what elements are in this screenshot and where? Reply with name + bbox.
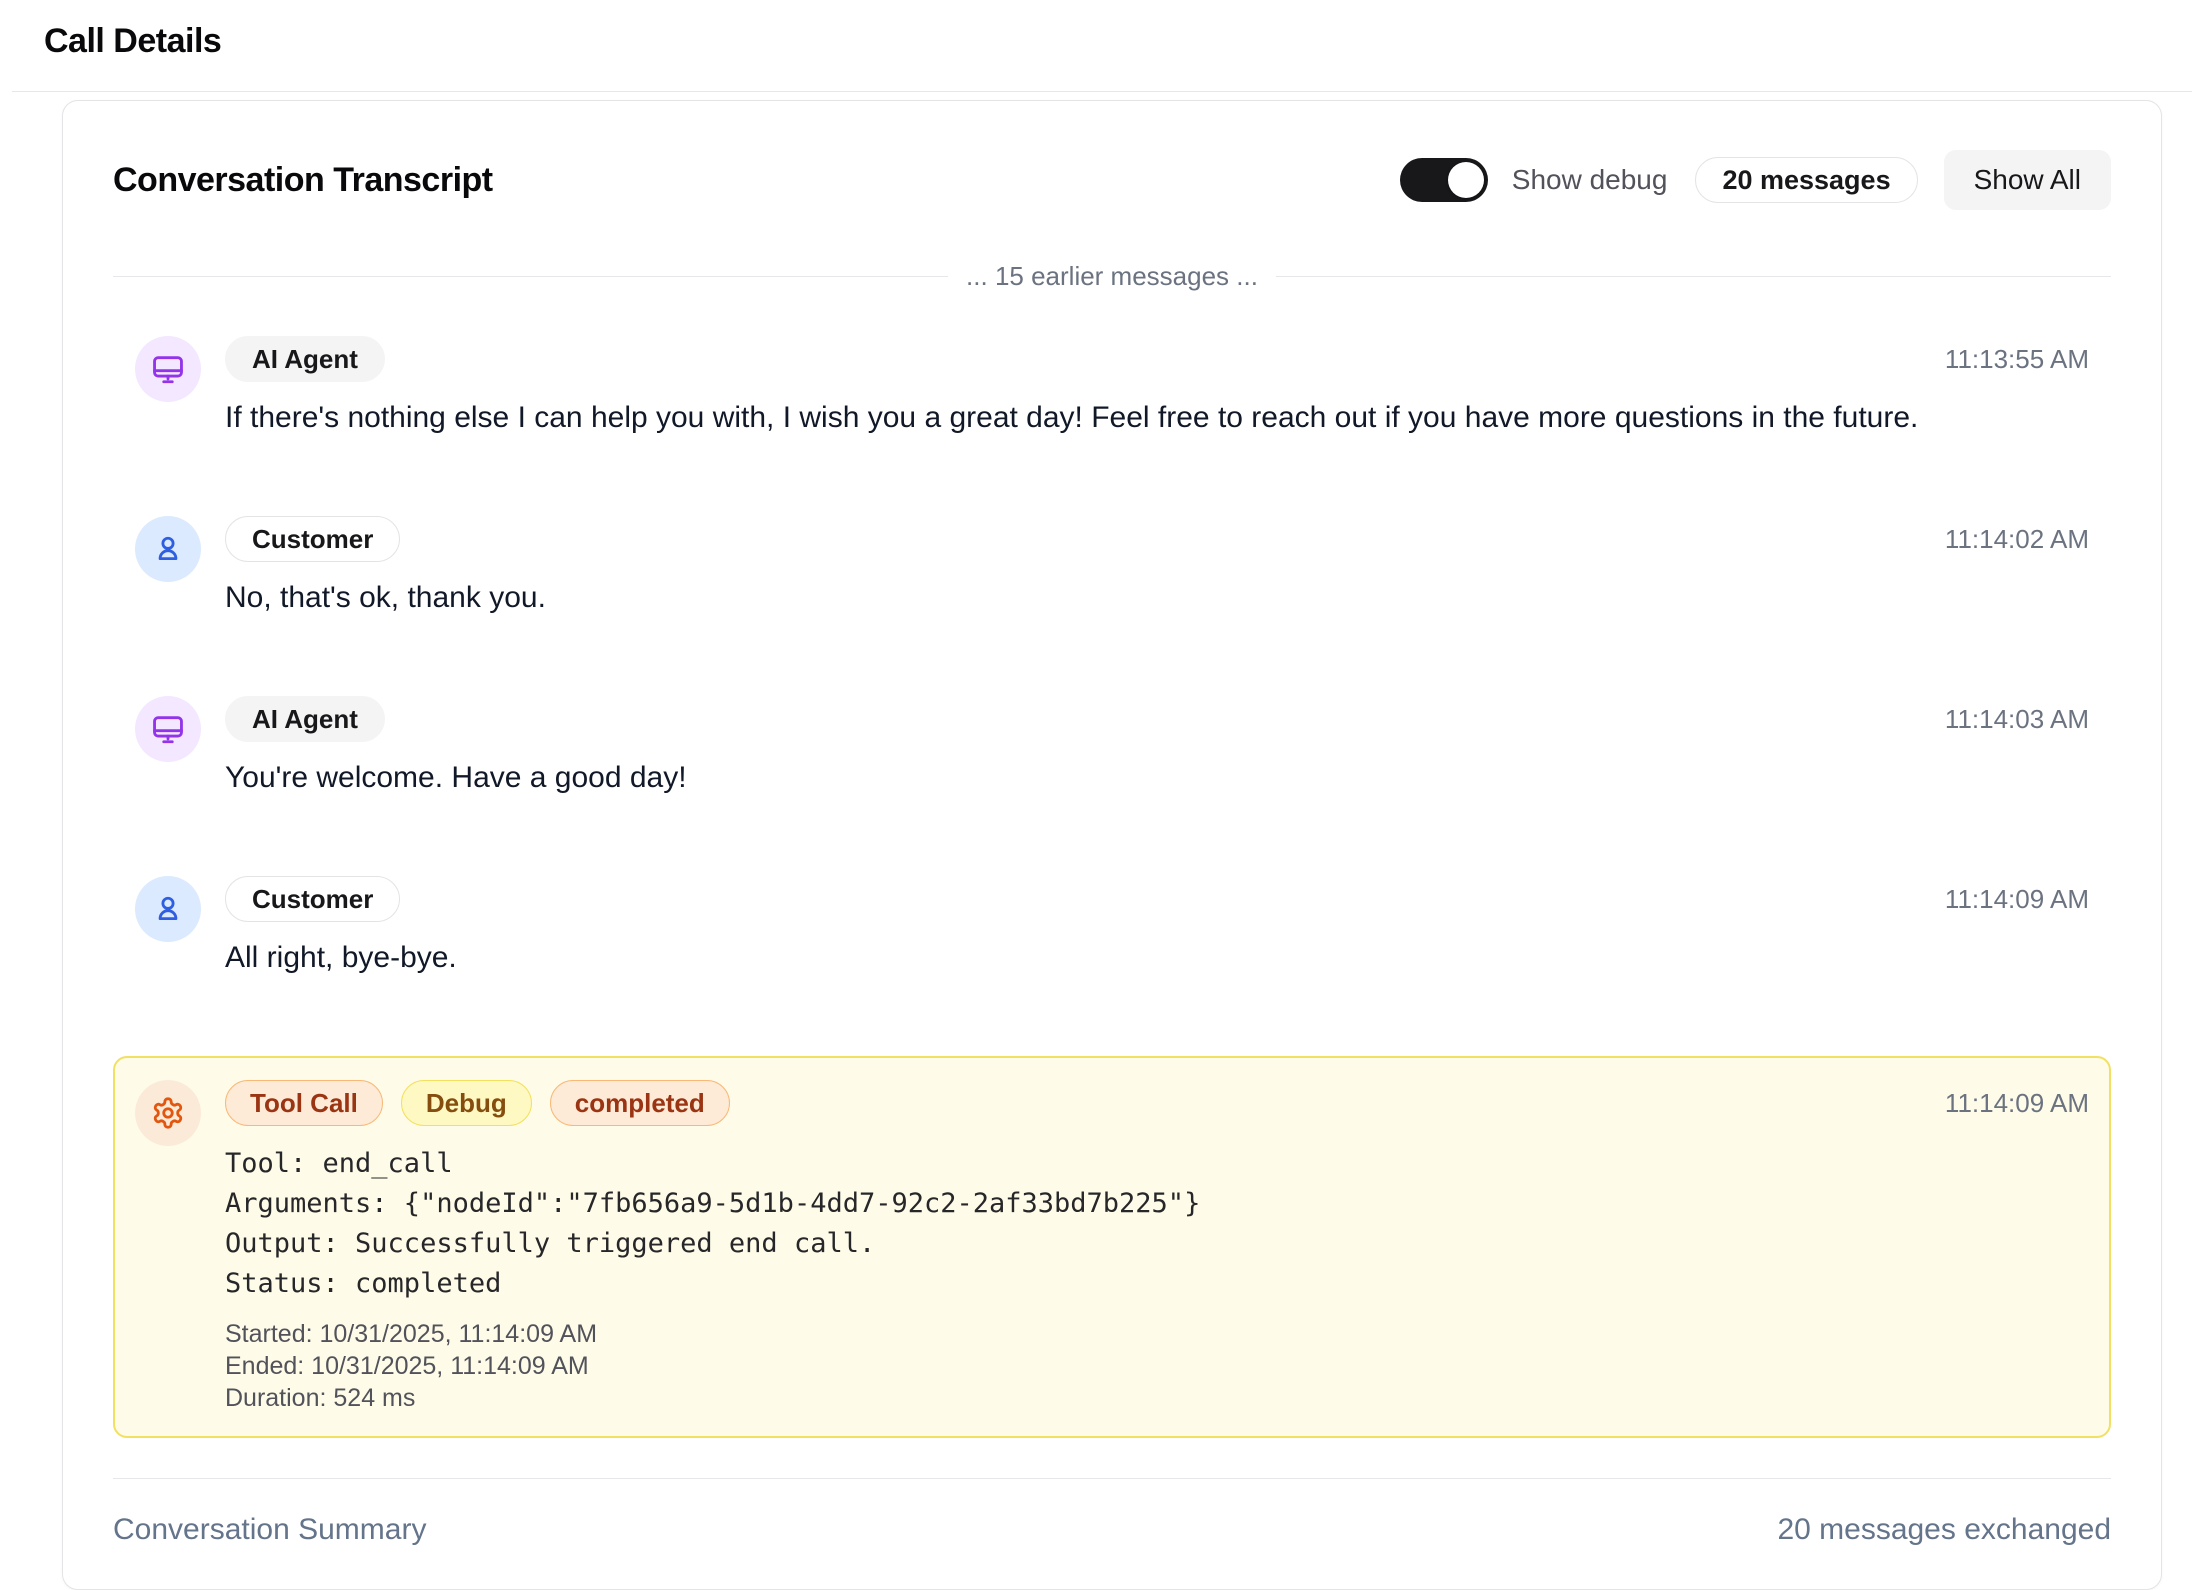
message-body: AI Agent If there's nothing else I can h… bbox=[225, 336, 1921, 438]
role-badge-customer: Customer bbox=[225, 516, 400, 562]
ai-agent-avatar bbox=[135, 336, 201, 402]
tool-duration: Duration: 524 ms bbox=[225, 1382, 1921, 1414]
transcript-title: Conversation Transcript bbox=[113, 161, 493, 200]
tool-started-at: Started: 10/31/2025, 11:14:09 AM bbox=[225, 1318, 1921, 1350]
message-body: AI Agent You're welcome. Have a good day… bbox=[225, 696, 1921, 798]
status-badge: completed bbox=[550, 1080, 730, 1126]
show-all-button[interactable]: Show All bbox=[1944, 150, 2111, 210]
tool-status-line: Status: completed bbox=[225, 1264, 1921, 1304]
tool-call-badge: Tool Call bbox=[225, 1080, 383, 1126]
role-badge-ai-agent: AI Agent bbox=[225, 336, 385, 382]
conversation-summary-label: Conversation Summary bbox=[113, 1513, 426, 1547]
message-text: All right, bye-bye. bbox=[225, 938, 1921, 978]
role-badge-ai-agent: AI Agent bbox=[225, 696, 385, 742]
transcript-controls: Show debug 20 messages Show All bbox=[1400, 150, 2111, 210]
earlier-messages-divider: ... 15 earlier messages ... bbox=[113, 261, 2111, 292]
page-header: Call Details bbox=[0, 0, 2192, 91]
transcript-footer: Conversation Summary 20 messages exchang… bbox=[113, 1478, 2111, 1589]
tool-ended-at: Ended: 10/31/2025, 11:14:09 AM bbox=[225, 1350, 1921, 1382]
messages-exchanged-count: 20 messages exchanged bbox=[1777, 1513, 2111, 1547]
message-count-badge: 20 messages bbox=[1695, 157, 1917, 203]
divider-line bbox=[1276, 276, 2111, 277]
tool-call-badges: Tool Call Debug completed bbox=[225, 1080, 1921, 1126]
divider-line bbox=[113, 276, 948, 277]
role-badge-customer: Customer bbox=[225, 876, 400, 922]
message-timestamp: 11:14:09 AM bbox=[1945, 876, 2089, 922]
transcript-header: Conversation Transcript Show debug 20 me… bbox=[113, 149, 2111, 211]
header-divider bbox=[12, 91, 2192, 92]
tool-call-body: Tool Call Debug completed Tool: end_call… bbox=[225, 1080, 1921, 1414]
gear-icon bbox=[151, 1096, 185, 1130]
user-icon bbox=[151, 532, 185, 566]
message-body: Customer All right, bye-bye. bbox=[225, 876, 1921, 978]
tool-call-details: Tool: end_call Arguments: {"nodeId":"7fb… bbox=[225, 1144, 1921, 1304]
user-icon bbox=[151, 892, 185, 926]
monitor-icon bbox=[151, 352, 185, 386]
customer-avatar bbox=[135, 876, 201, 942]
message-timestamp: 11:14:03 AM bbox=[1945, 696, 2089, 742]
message-timestamp: 11:13:55 AM bbox=[1945, 336, 2089, 382]
message-text: No, that's ok, thank you. bbox=[225, 578, 1921, 618]
monitor-icon bbox=[151, 712, 185, 746]
show-debug-label: Show debug bbox=[1512, 164, 1668, 196]
earlier-messages-text: ... 15 earlier messages ... bbox=[948, 261, 1276, 292]
tool-arguments-line: Arguments: {"nodeId":"7fb656a9-5d1b-4dd7… bbox=[225, 1184, 1921, 1224]
page-title: Call Details bbox=[44, 22, 2148, 61]
tool-call-timestamp: 11:14:09 AM bbox=[1945, 1080, 2089, 1126]
toggle-knob bbox=[1448, 162, 1484, 198]
message-text: You're welcome. Have a good day! bbox=[225, 758, 1921, 798]
tool-call-meta: Started: 10/31/2025, 11:14:09 AM Ended: … bbox=[225, 1318, 1921, 1414]
ai-agent-avatar bbox=[135, 696, 201, 762]
show-debug-toggle[interactable] bbox=[1400, 158, 1488, 202]
message-text: If there's nothing else I can help you w… bbox=[225, 398, 1921, 438]
tool-avatar bbox=[135, 1080, 201, 1146]
debug-badge: Debug bbox=[401, 1080, 532, 1126]
tool-output-line: Output: Successfully triggered end call. bbox=[225, 1224, 1921, 1264]
message-row: AI Agent If there's nothing else I can h… bbox=[113, 336, 2111, 438]
message-timestamp: 11:14:02 AM bbox=[1945, 516, 2089, 562]
customer-avatar bbox=[135, 516, 201, 582]
message-row: AI Agent You're welcome. Have a good day… bbox=[113, 696, 2111, 798]
tool-name-line: Tool: end_call bbox=[225, 1144, 1921, 1184]
message-body: Customer No, that's ok, thank you. bbox=[225, 516, 1921, 618]
message-row: Customer All right, bye-bye. 11:14:09 AM bbox=[113, 876, 2111, 978]
message-row: Customer No, that's ok, thank you. 11:14… bbox=[113, 516, 2111, 618]
tool-call-entry: Tool Call Debug completed Tool: end_call… bbox=[113, 1056, 2111, 1438]
call-details-card: Conversation Transcript Show debug 20 me… bbox=[62, 100, 2162, 1590]
